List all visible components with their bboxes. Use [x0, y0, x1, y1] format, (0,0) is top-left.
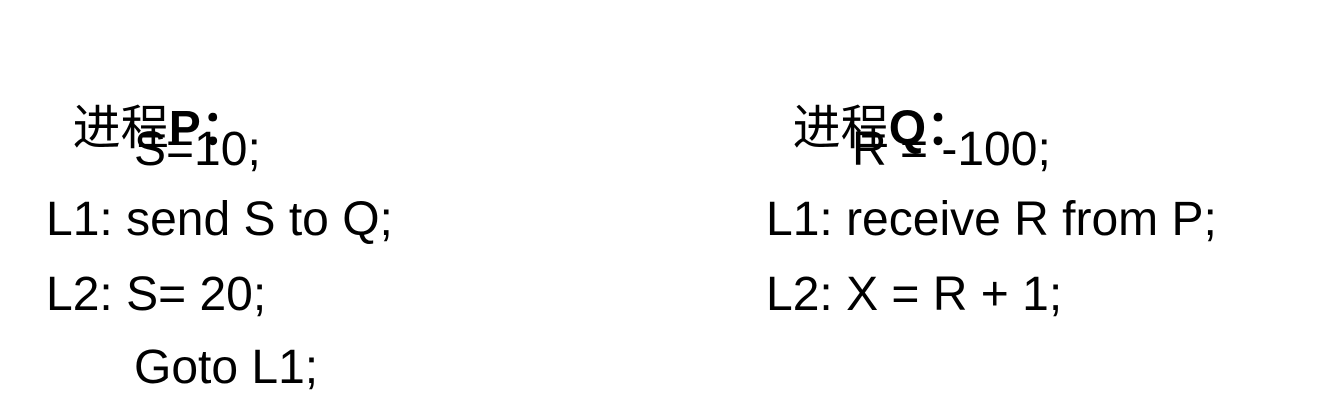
process-p-line-1: S=10;: [134, 123, 261, 176]
process-p-line-2: L1: send S to Q;: [46, 193, 393, 246]
process-p-line-4: Goto L1;: [134, 341, 319, 394]
process-q-line-1: R = -100;: [852, 123, 1051, 176]
process-q-line-2: L1: receive R from P;: [766, 193, 1217, 246]
process-q-line-3: L2: X = R + 1;: [766, 268, 1063, 321]
process-p-line-3: L2: S= 20;: [46, 268, 267, 321]
